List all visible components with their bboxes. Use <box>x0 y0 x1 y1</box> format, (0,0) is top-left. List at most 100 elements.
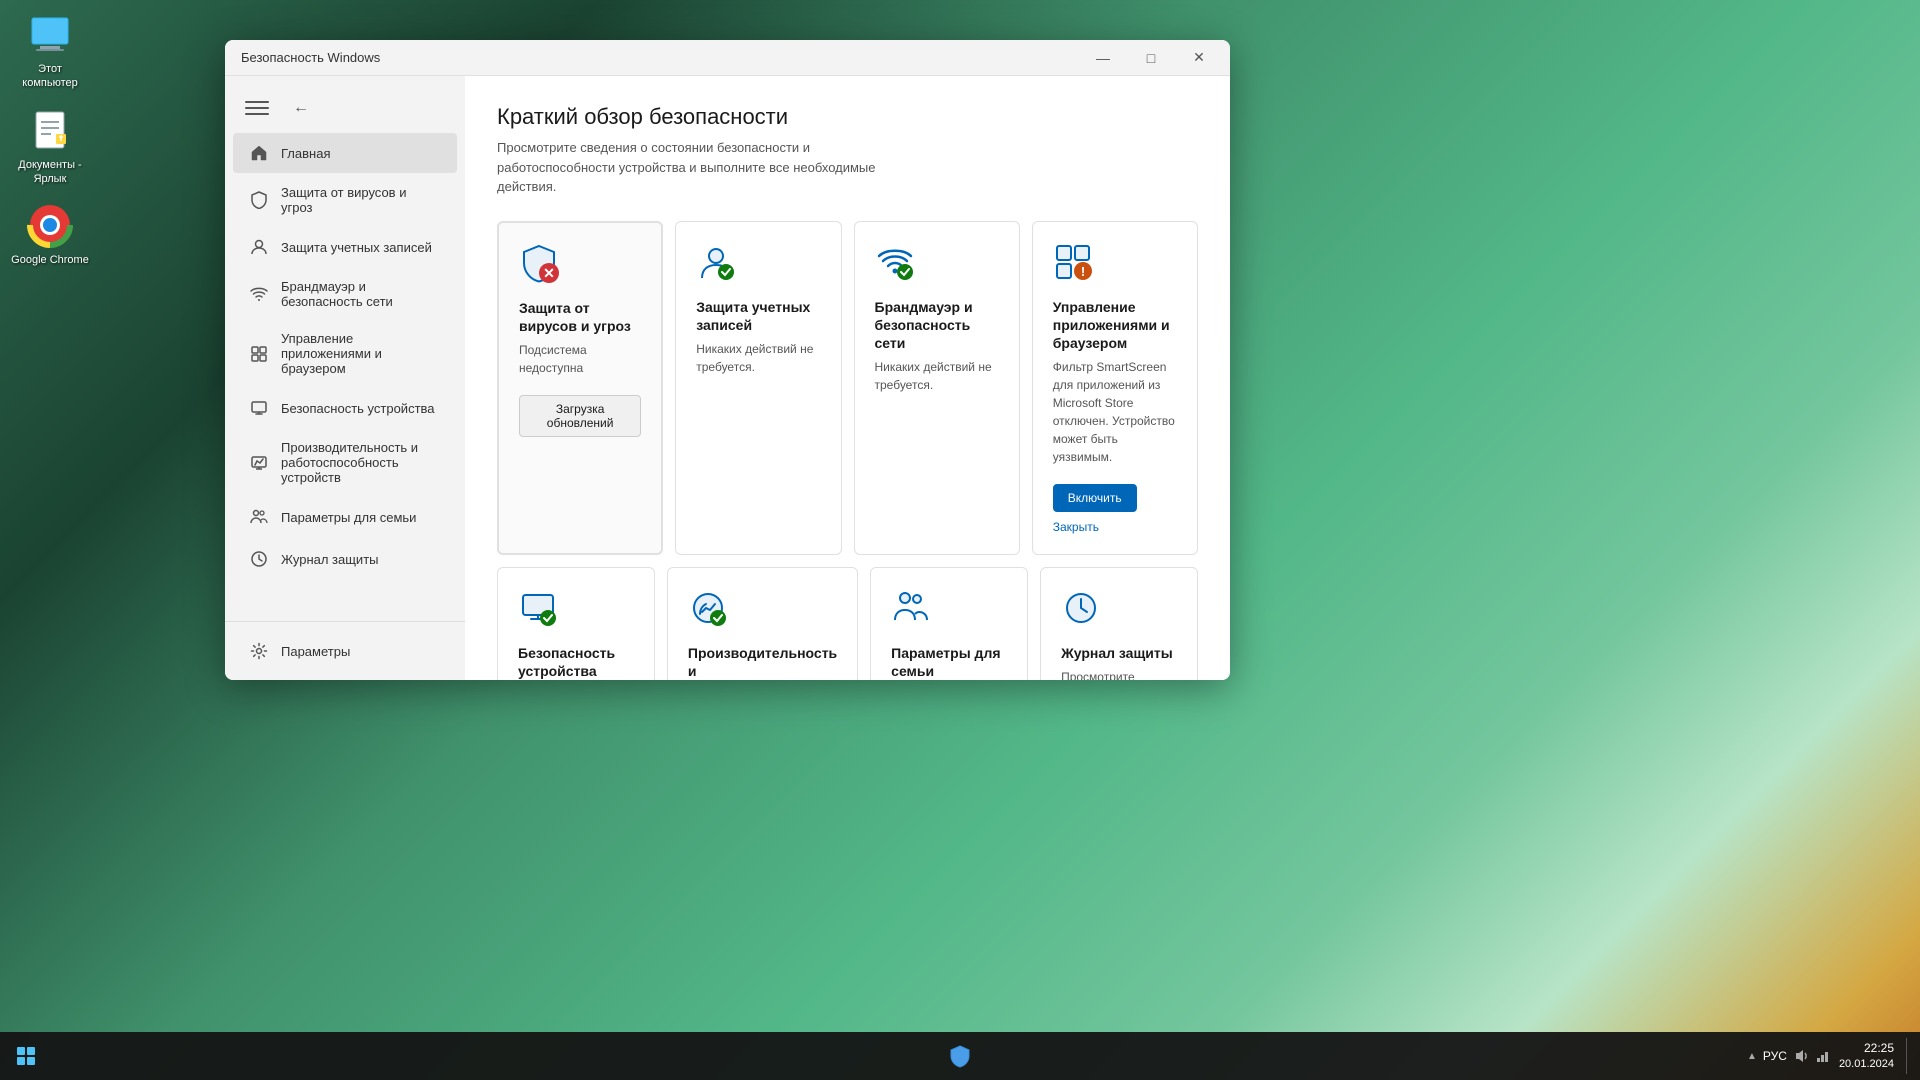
show-desktop-button[interactable] <box>1906 1038 1910 1074</box>
virus-update-button[interactable]: Загрузка обновлений <box>519 395 641 437</box>
card-desc-history: Просмотрите последние действия и рекомен… <box>1061 668 1177 680</box>
sidebar-item-device[interactable]: Безопасность устройства <box>233 388 457 428</box>
sidebar-item-history[interactable]: Журнал защиты <box>233 539 457 579</box>
sidebar-top: ← <box>225 84 465 132</box>
taskbar: ▲ РУС 22:25 20.01.2024 <box>0 1032 1920 1080</box>
card-family[interactable]: Параметры для семьи Определяйте условия … <box>870 567 1028 680</box>
system-tray: ▲ РУС <box>1747 1048 1831 1064</box>
sidebar-item-firewall[interactable]: Брандмауэр и безопасность сети <box>233 269 457 319</box>
card-icon-wrap-perf <box>688 588 732 632</box>
card-device[interactable]: Безопасность устройства Просмотр состоян… <box>497 567 655 680</box>
taskbar-right: ▲ РУС 22:25 20.01.2024 <box>1747 1038 1910 1074</box>
cards-grid-top: ✕ Защита от вирусов и угроз Подсистема н… <box>497 221 1198 556</box>
desktop-icon-docs[interactable]: Документы - Ярлык <box>10 106 90 187</box>
card-apps[interactable]: ! Управление приложениями и браузером Фи… <box>1032 221 1198 556</box>
date: 20.01.2024 <box>1839 1057 1894 1072</box>
card-accounts[interactable]: Защита учетных записей Никаких действий … <box>675 221 841 556</box>
sidebar-label-accounts: Защита учетных записей <box>281 240 432 255</box>
svg-text:✕: ✕ <box>543 265 555 281</box>
wifi-ok-icon <box>875 242 915 282</box>
tray-chevron[interactable]: ▲ <box>1747 1051 1757 1062</box>
shield-error-icon: ✕ <box>519 243 559 283</box>
close-button[interactable]: ✕ <box>1176 43 1222 73</box>
card-title-family: Параметры для семьи <box>891 644 1007 680</box>
card-desc-accounts: Никаких действий не требуется. <box>696 340 820 376</box>
history-nav-icon <box>249 549 269 569</box>
sidebar-item-settings[interactable]: Параметры <box>233 631 457 671</box>
perf-ok-icon <box>688 588 728 628</box>
sidebar-label-perf: Производительность и работоспособность у… <box>281 440 441 485</box>
clock: 22:25 20.01.2024 <box>1839 1040 1894 1072</box>
card-title-device: Безопасность устройства <box>518 644 634 680</box>
card-perf[interactable]: Производительность и работоспособность у… <box>667 567 858 680</box>
apps-close-link[interactable]: Закрыть <box>1053 520 1177 534</box>
svg-text:!: ! <box>1081 264 1085 279</box>
card-title-apps: Управление приложениями и браузером <box>1053 298 1177 353</box>
sidebar-label-virus: Защита от вирусов и угроз <box>281 185 441 215</box>
window-titlebar: Безопасность Windows — □ ✕ <box>225 40 1230 76</box>
sidebar-item-accounts[interactable]: Защита учетных записей <box>233 227 457 267</box>
windows-security-window: Безопасность Windows — □ ✕ ← <box>225 40 1230 680</box>
desktop-icon-chrome[interactable]: Google Chrome <box>10 201 90 267</box>
cards-grid-bottom: Безопасность устройства Просмотр состоян… <box>497 567 1198 680</box>
maximize-button[interactable]: □ <box>1128 43 1174 73</box>
monitor-ok-icon <box>518 588 558 628</box>
main-content: Краткий обзор безопасности Просмотрите с… <box>465 76 1230 680</box>
sidebar-item-virus[interactable]: Защита от вирусов и угроз <box>233 175 457 225</box>
back-button[interactable]: ← <box>285 92 317 124</box>
card-icon-wrap-firewall <box>875 242 919 286</box>
sidebar-item-home[interactable]: Главная <box>233 133 457 173</box>
settings-label: Параметры <box>281 644 350 659</box>
sidebar-label-family: Параметры для семьи <box>281 510 416 525</box>
docs-label: Документы - Ярлык <box>10 158 90 187</box>
card-title-history: Журнал защиты <box>1061 644 1177 662</box>
family-icon <box>891 588 931 628</box>
card-firewall[interactable]: Брандмауэр и безопасность сети Никаких д… <box>854 221 1020 556</box>
window-controls: — □ ✕ <box>1080 43 1222 73</box>
desktop-icons: Этот компьютер Документы - Ярлык <box>10 10 90 267</box>
apps-enable-button[interactable]: Включить <box>1053 484 1137 512</box>
sidebar: ← Главная <box>225 76 465 680</box>
network-icon[interactable] <box>1815 1048 1831 1064</box>
minimize-button[interactable]: — <box>1080 43 1126 73</box>
docs-icon <box>26 106 74 154</box>
page-subtitle: Просмотрите сведения о состоянии безопас… <box>497 138 897 197</box>
history-icon <box>1061 588 1101 628</box>
sidebar-label-device: Безопасность устройства <box>281 401 435 416</box>
sidebar-item-family[interactable]: Параметры для семьи <box>233 497 457 537</box>
taskbar-center <box>940 1036 980 1076</box>
hamburger-button[interactable] <box>241 92 273 124</box>
home-icon <box>249 143 269 163</box>
sidebar-label-firewall: Брандмауэр и безопасность сети <box>281 279 441 309</box>
card-desc-virus: Подсистема недоступна <box>519 341 641 377</box>
desktop: Этот компьютер Документы - Ярлык <box>0 0 1920 1080</box>
speaker-icon[interactable] <box>1793 1048 1809 1064</box>
card-title-virus: Защита от вирусов и угроз <box>519 299 641 335</box>
apps-nav-icon <box>249 344 269 364</box>
sidebar-label-home: Главная <box>281 146 330 161</box>
card-icon-wrap-virus: ✕ <box>519 243 563 287</box>
chrome-label: Google Chrome <box>11 253 89 267</box>
perf-nav-icon <box>249 453 269 473</box>
card-title-firewall: Брандмауэр и безопасность сети <box>875 298 999 353</box>
sidebar-item-perf[interactable]: Производительность и работоспособность у… <box>233 430 457 495</box>
taskbar-security-icon[interactable] <box>940 1036 980 1076</box>
window-body: ← Главная <box>225 76 1230 680</box>
card-desc-apps: Фильтр SmartScreen для приложений из Mic… <box>1053 358 1177 466</box>
card-title-accounts: Защита учетных записей <box>696 298 820 334</box>
card-icon-wrap-apps: ! <box>1053 242 1097 286</box>
chrome-icon <box>26 201 74 249</box>
desktop-icon-computer[interactable]: Этот компьютер <box>10 10 90 91</box>
computer-label: Этот компьютер <box>10 62 90 91</box>
sidebar-label-history: Журнал защиты <box>281 552 379 567</box>
sidebar-item-apps[interactable]: Управление приложениями и браузером <box>233 321 457 386</box>
person-ok-icon <box>696 242 736 282</box>
card-history[interactable]: Журнал защиты Просмотрите последние дейс… <box>1040 567 1198 680</box>
person-nav-icon <box>249 237 269 257</box>
page-title: Краткий обзор безопасности <box>497 104 1198 130</box>
start-button[interactable] <box>10 1040 42 1072</box>
apps-warn-icon: ! <box>1053 242 1093 282</box>
card-virus[interactable]: ✕ Защита от вирусов и угроз Подсистема н… <box>497 221 663 556</box>
sidebar-bottom: Параметры <box>225 621 465 672</box>
computer-icon <box>26 10 74 58</box>
